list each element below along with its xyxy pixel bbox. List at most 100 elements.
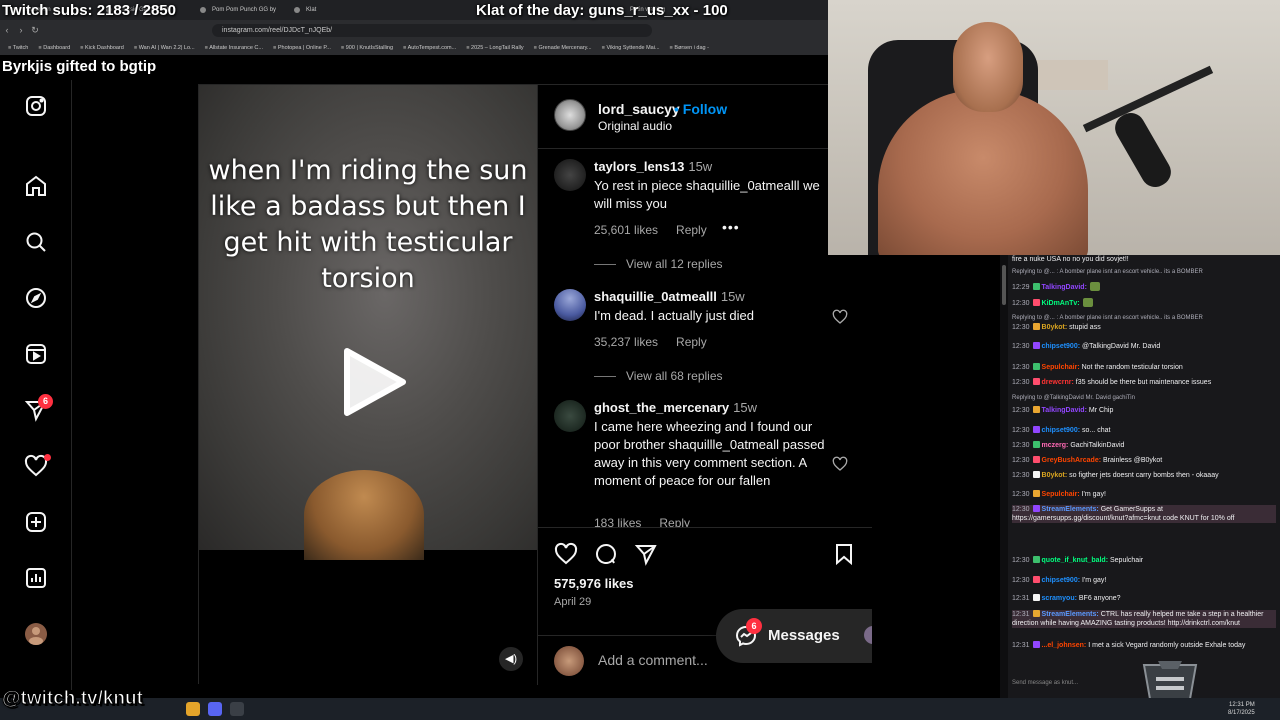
bookmark[interactable]: Twitch xyxy=(8,45,29,51)
commenter-avatar[interactable] xyxy=(554,159,586,191)
like-comment-heart-icon[interactable] xyxy=(832,456,848,472)
comment-username[interactable]: ghost_the_mercenary 15w xyxy=(594,400,757,415)
post-actions: 575,976 likes April 29 xyxy=(538,527,874,617)
bookmark[interactable]: 2025 – LongTail Rally xyxy=(466,45,524,51)
chrome-icon[interactable] xyxy=(186,702,200,716)
bookmark[interactable]: Wan AI | Wan 2.2| Lo... xyxy=(134,45,195,51)
reel-video[interactable]: when I'm riding the sun like a badass bu… xyxy=(199,85,537,685)
chat-badge-icon xyxy=(1032,556,1040,563)
like-comment-heart-icon[interactable] xyxy=(832,309,848,325)
chat-message: 12:30 chipset900: @TalkingDavid Mr. David xyxy=(1012,342,1276,351)
app-icon[interactable] xyxy=(230,702,244,716)
comment-icon[interactable] xyxy=(594,542,618,566)
bookmark[interactable]: Børsen i dag - xyxy=(670,45,709,51)
like-heart-icon[interactable] xyxy=(554,542,578,566)
original-audio-link[interactable]: Original audio xyxy=(598,119,672,133)
chat-username[interactable]: chipset900: xyxy=(1042,577,1081,584)
reply-button[interactable]: Reply xyxy=(676,223,707,237)
chat-message: Replying to @... : A bomber plane isnt a… xyxy=(1012,267,1276,277)
bookmark[interactable]: AutoTempest.com... xyxy=(403,45,457,51)
chat-username[interactable]: TalkingDavid: xyxy=(1042,284,1087,291)
comment-username[interactable]: shaquillie_0atmealll 15w xyxy=(594,289,745,304)
comment-likes[interactable]: 183 likes xyxy=(594,516,641,527)
commenter-avatar[interactable] xyxy=(554,289,586,321)
video-caption: when I'm riding the sun like a badass bu… xyxy=(208,155,528,294)
browser-tab[interactable]: Klat xyxy=(282,0,376,20)
volume-icon[interactable]: ◀) xyxy=(499,647,523,671)
chat-username[interactable]: quote_if_knut_bald: xyxy=(1042,557,1109,564)
play-icon[interactable] xyxy=(339,347,409,417)
chat-timestamp: 12:31 xyxy=(1012,595,1030,602)
create-icon[interactable] xyxy=(24,510,48,534)
commenter-avatar[interactable] xyxy=(554,400,586,432)
chat-message: 12:30 KiDmAnTv: xyxy=(1012,298,1276,308)
explore-icon[interactable] xyxy=(24,286,48,310)
reply-button[interactable]: Reply xyxy=(659,516,690,527)
tab-favicon-icon xyxy=(294,7,300,13)
browser-tab[interactable]: Pom Pom Punch GG by xyxy=(188,0,282,20)
search-icon[interactable] xyxy=(24,230,48,254)
view-replies-link[interactable]: View all 12 replies xyxy=(594,257,723,271)
back-icon[interactable]: ‹ xyxy=(0,25,14,35)
instagram-logo-icon[interactable] xyxy=(24,94,48,118)
chat-message: fire a nuke USA no no you did sovjet!! xyxy=(1012,255,1276,264)
chat-timestamp: 12:30 xyxy=(1012,364,1030,371)
chat-username[interactable]: B0ykot: xyxy=(1042,472,1068,479)
post-likes-count[interactable]: 575,976 likes xyxy=(554,576,634,591)
profile-icon[interactable] xyxy=(24,622,48,646)
comment-meta: 183 likes Reply xyxy=(594,516,708,527)
bookmark[interactable]: 900 | KnutIsStalling xyxy=(341,45,393,51)
chat-username[interactable]: ...el_johnsen: xyxy=(1042,642,1087,649)
comment-likes[interactable]: 35,237 likes xyxy=(594,335,658,349)
url-field[interactable]: instagram.com/reel/DJDcT_nJQEb/ xyxy=(212,23,652,37)
bookmark[interactable]: Grenade Mercenary... xyxy=(534,45,592,51)
bookmark[interactable]: Dashboard xyxy=(38,45,70,51)
chat-username[interactable]: drewcrnr: xyxy=(1042,379,1074,386)
comment-username[interactable]: taylors_lens13 15w xyxy=(594,159,712,174)
chat-message: 12:31 ...el_johnsen: I met a sick Vegard … xyxy=(1012,641,1276,650)
chat-message: 12:30 TalkingDavid: Mr Chip xyxy=(1012,406,1276,415)
chat-username[interactable]: StreamElements: xyxy=(1042,611,1099,618)
home-icon[interactable] xyxy=(24,174,48,198)
bookmark[interactable]: Kick Dashboard xyxy=(80,45,124,51)
chat-username[interactable]: KiDmAnTv: xyxy=(1042,300,1080,307)
bookmark[interactable]: Viking Syttende Mai... xyxy=(602,45,659,51)
chat-username[interactable]: scramyou: xyxy=(1042,595,1077,602)
chat-username[interactable]: GreyBushArcade: xyxy=(1042,457,1102,464)
more-options-icon[interactable]: ••• xyxy=(722,219,740,235)
reply-button[interactable]: Reply xyxy=(676,335,707,349)
chat-username[interactable]: B0ykot: xyxy=(1042,324,1068,331)
chat-timestamp: 12:30 xyxy=(1012,557,1030,564)
chat-username[interactable]: Sepulchair: xyxy=(1042,491,1080,498)
chat-timestamp: 12:30 xyxy=(1012,407,1030,414)
author-username[interactable]: lord_saucyy xyxy=(598,101,680,117)
bookmark[interactable]: Photopea | Online P... xyxy=(273,45,331,51)
chat-text: I'm gay! xyxy=(1082,577,1107,584)
add-comment-input[interactable]: Add a comment... xyxy=(598,652,708,668)
dashboard-icon[interactable] xyxy=(24,566,48,590)
reels-icon[interactable] xyxy=(24,342,48,366)
follow-button[interactable]: • Follow xyxy=(674,101,727,117)
share-icon[interactable] xyxy=(634,542,658,566)
comment-likes[interactable]: 25,601 likes xyxy=(594,223,658,237)
chat-username[interactable]: chipset900: xyxy=(1042,427,1081,434)
chat-message: 12:31 scramyou: BF6 anyone? xyxy=(1012,594,1276,603)
chat-text: I met a sick Vegard randomly outside Exh… xyxy=(1088,642,1246,649)
save-bookmark-icon[interactable] xyxy=(832,542,856,566)
post-side-panel: lord_saucyy • Follow Original audio tayl… xyxy=(537,85,874,685)
forward-icon[interactable]: › xyxy=(14,25,28,35)
chat-username[interactable]: mczerg: xyxy=(1042,442,1069,449)
chat-username[interactable]: Sepulchair: xyxy=(1042,364,1080,371)
chat-username[interactable]: chipset900: xyxy=(1042,343,1081,350)
bookmark[interactable]: Allstate Insurance C... xyxy=(205,45,263,51)
instagram-sidebar: 6 xyxy=(0,80,72,690)
chat-scrollbar[interactable] xyxy=(1000,255,1008,700)
chat-scroll-thumb[interactable] xyxy=(1002,265,1006,305)
chat-text: fire a nuke USA no no you did sovjet!! xyxy=(1012,256,1129,263)
chat-username[interactable]: StreamElements: xyxy=(1042,506,1099,513)
discord-icon[interactable] xyxy=(208,702,222,716)
reload-icon[interactable]: ↻ xyxy=(28,25,42,36)
view-replies-link[interactable]: View all 68 replies xyxy=(594,369,723,383)
chat-username[interactable]: TalkingDavid: xyxy=(1042,407,1087,414)
author-avatar[interactable] xyxy=(554,99,586,131)
